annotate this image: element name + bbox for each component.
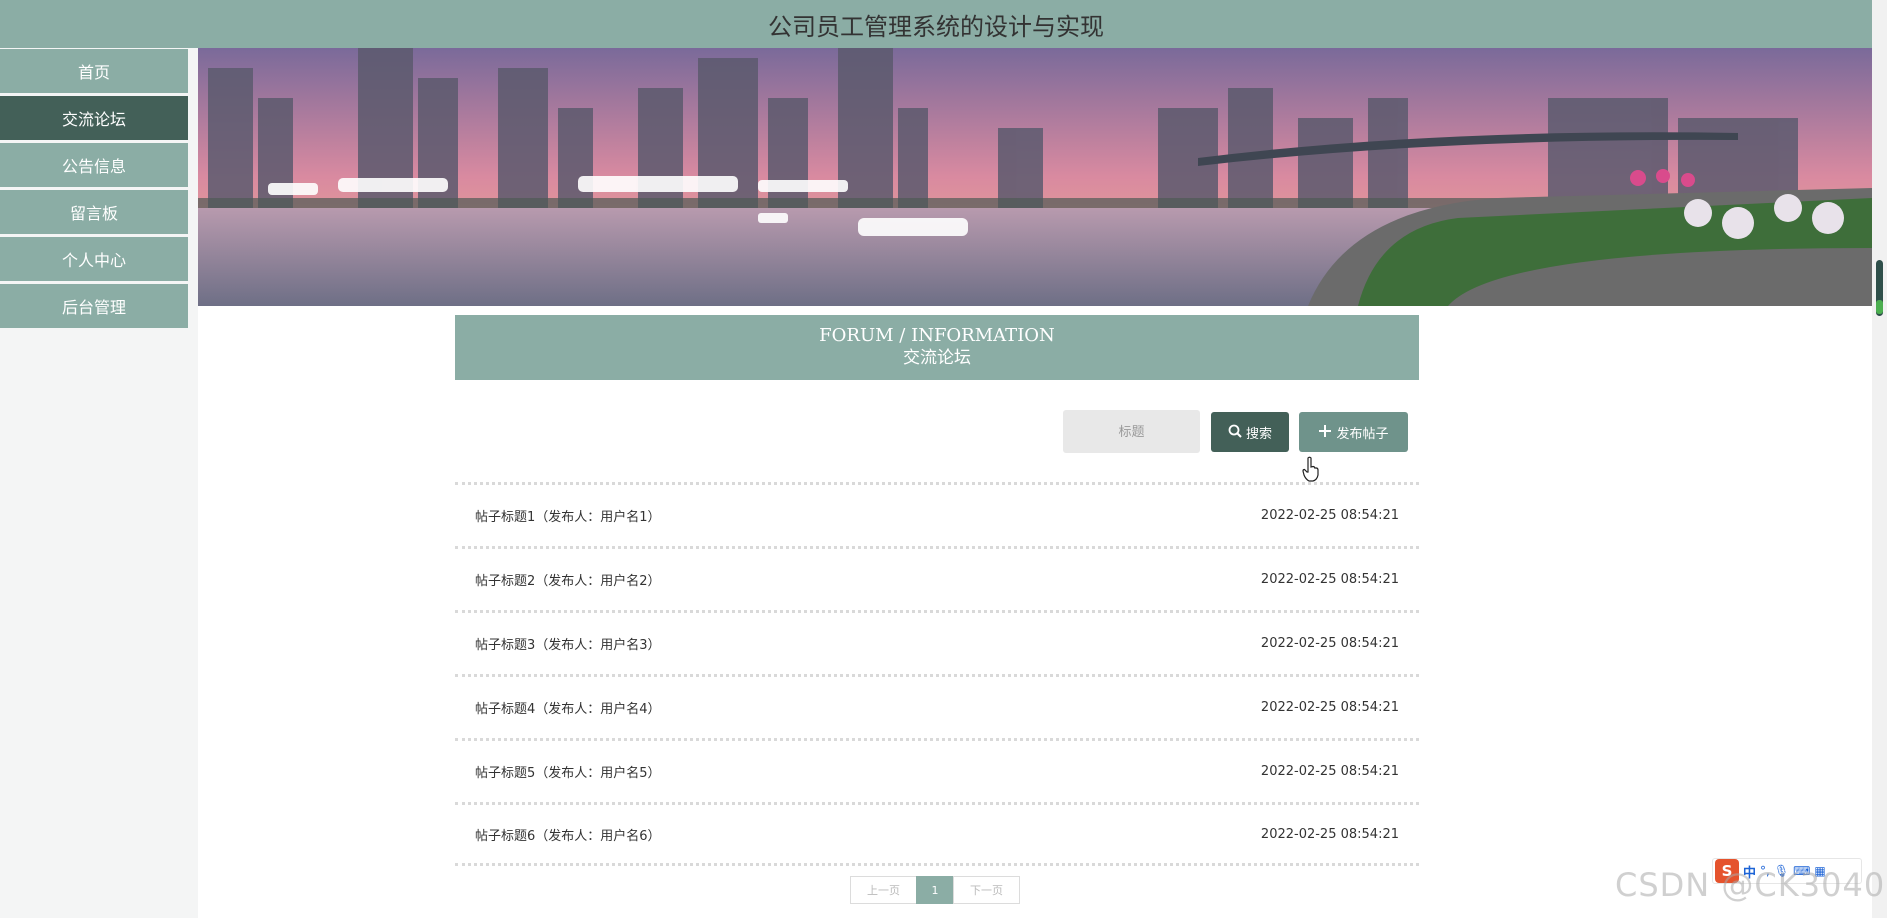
prev-page-button[interactable]: 上一页 [850,876,917,904]
post-title[interactable]: 帖子标题4（发布人：用户名4） [475,698,661,717]
list-item[interactable]: 帖子标题4（发布人：用户名4） 2022-02-25 08:54:21 [455,674,1419,738]
next-page-button[interactable]: 下一页 [953,876,1020,904]
sidebar-item-message-board[interactable]: 留言板 [0,190,188,234]
list-item[interactable]: 帖子标题6（发布人：用户名6） 2022-02-25 08:54:21 [455,802,1419,866]
post-title[interactable]: 帖子标题5（发布人：用户名5） [475,762,661,781]
sidebar-item-admin[interactable]: 后台管理 [0,284,188,328]
banner-image [198,48,1872,306]
page-scrollbar[interactable] [1872,0,1887,918]
post-time: 2022-02-25 08:54:21 [1260,700,1399,715]
post-time: 2022-02-25 08:54:21 [1260,508,1399,523]
post-title[interactable]: 帖子标题3（发布人：用户名3） [475,634,661,653]
sidebar: 首页 交流论坛 公告信息 留言板 个人中心 后台管理 [0,48,198,918]
section-header: FORUM / INFORMATION 交流论坛 [455,315,1419,380]
plus-icon [1318,424,1332,441]
post-title[interactable]: 帖子标题6（发布人：用户名6） [475,825,661,844]
search-button[interactable]: 搜索 [1211,412,1289,452]
hand-cursor-icon [1302,456,1319,482]
sidebar-item-forum[interactable]: 交流论坛 [0,96,188,140]
app-title: 公司员工管理系统的设计与实现 [768,12,1104,41]
page-number-button[interactable]: 1 [916,876,954,904]
search-button-label: 搜索 [1245,425,1272,441]
title-search-input[interactable] [1063,410,1200,453]
post-title[interactable]: 帖子标题1（发布人：用户名1） [475,506,661,525]
list-item[interactable]: 帖子标题1（发布人：用户名1） 2022-02-25 08:54:21 [455,482,1419,546]
section-title-cn: 交流论坛 [903,348,971,368]
watermark: CSDN @CK3040 [1615,866,1886,904]
scrollbar-thumb[interactable] [1876,260,1883,316]
post-title[interactable]: 帖子标题2（发布人：用户名2） [475,570,661,589]
post-time: 2022-02-25 08:54:21 [1260,826,1399,842]
post-list: 帖子标题1（发布人：用户名1） 2022-02-25 08:54:21 帖子标题… [455,482,1419,866]
sidebar-item-notice[interactable]: 公告信息 [0,143,188,187]
section-title-en: FORUM / INFORMATION [819,325,1055,346]
post-time: 2022-02-25 08:54:21 [1260,636,1399,651]
list-item[interactable]: 帖子标题3（发布人：用户名3） 2022-02-25 08:54:21 [455,610,1419,674]
post-time: 2022-02-25 08:54:21 [1260,764,1399,779]
pagination: 上一页 1 下一页 [850,876,1020,904]
sidebar-item-profile[interactable]: 个人中心 [0,237,188,281]
post-time: 2022-02-25 08:54:21 [1260,572,1399,587]
add-post-button-label: 发布帖子 [1336,425,1389,441]
list-item[interactable]: 帖子标题2（发布人：用户名2） 2022-02-25 08:54:21 [455,546,1419,610]
list-item[interactable]: 帖子标题5（发布人：用户名5） 2022-02-25 08:54:21 [455,738,1419,802]
app-title-bar: 公司员工管理系统的设计与实现 [0,0,1872,48]
add-post-button[interactable]: 发布帖子 [1299,412,1408,452]
sidebar-item-home[interactable]: 首页 [0,49,188,93]
cityscape-illustration [198,48,1872,306]
search-icon [1228,424,1242,441]
